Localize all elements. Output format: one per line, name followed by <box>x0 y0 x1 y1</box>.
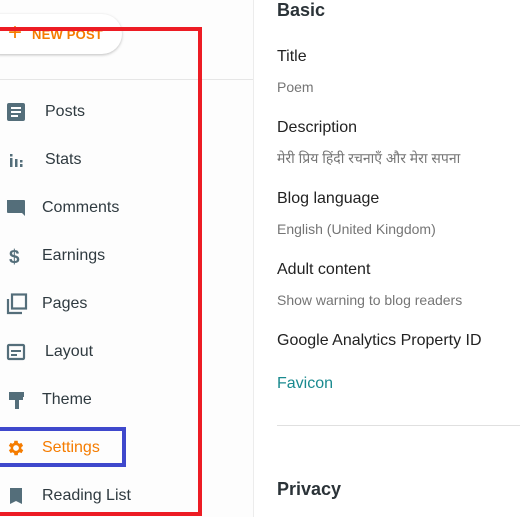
new-post-label: NEW POST <box>32 26 103 42</box>
sidebar-item-label: Settings <box>42 439 100 456</box>
field-adult-content-label[interactable]: Adult content <box>277 261 370 279</box>
field-adult-content-value[interactable]: Show warning to blog readers <box>277 292 462 308</box>
sidebar-item-label: Theme <box>42 391 92 408</box>
field-title-label[interactable]: Title <box>277 48 307 66</box>
section-title-privacy: Privacy <box>277 479 342 499</box>
paint-roller-icon <box>0 388 32 412</box>
stats-icon <box>0 148 32 172</box>
sidebar-nav: Posts Stats Comments $ Earnings Pages La… <box>0 88 253 517</box>
layout-icon <box>0 340 32 364</box>
sidebar-item-label: Layout <box>45 343 94 360</box>
plus-icon: + <box>8 19 23 46</box>
sidebar: + NEW POST Posts Stats Comments $ Earnin… <box>0 0 254 517</box>
field-analytics-label[interactable]: Google Analytics Property ID <box>277 332 482 350</box>
pages-icon <box>0 292 32 316</box>
sidebar-divider <box>0 79 253 80</box>
sidebar-item-label: Stats <box>45 151 82 168</box>
sidebar-item-earnings[interactable]: $ Earnings <box>0 232 253 280</box>
favicon-link[interactable]: Favicon <box>277 375 333 393</box>
sidebar-item-label: Pages <box>42 295 88 312</box>
sidebar-item-layout[interactable]: Layout <box>0 328 253 376</box>
svg-text:$: $ <box>9 247 20 266</box>
sidebar-item-comments[interactable]: Comments <box>0 184 253 232</box>
field-description-label[interactable]: Description <box>277 119 357 137</box>
new-post-button[interactable]: + NEW POST <box>0 14 122 54</box>
sidebar-item-stats[interactable]: Stats <box>0 136 253 184</box>
field-description-value[interactable]: मेरी प्रिय हिंदी रचनाएँ और मेरा सपना <box>277 149 460 168</box>
sidebar-item-label: Reading List <box>42 487 131 504</box>
comment-icon <box>0 196 32 220</box>
sidebar-item-label: Earnings <box>42 247 106 264</box>
posts-icon <box>0 100 32 124</box>
sidebar-item-settings[interactable]: Settings <box>0 424 253 472</box>
dollar-icon: $ <box>0 244 32 268</box>
bookmark-icon <box>0 484 32 508</box>
sidebar-item-pages[interactable]: Pages <box>0 280 253 328</box>
section-divider <box>277 425 520 426</box>
sidebar-item-reading-list[interactable]: Reading List <box>0 472 253 517</box>
section-title-basic: Basic <box>277 0 326 20</box>
sidebar-item-theme[interactable]: Theme <box>0 376 253 424</box>
field-title-value[interactable]: Poem <box>277 79 314 95</box>
sidebar-item-posts[interactable]: Posts <box>0 88 253 136</box>
field-blog-language-value[interactable]: English (United Kingdom) <box>277 221 436 237</box>
sidebar-item-label: Comments <box>42 199 120 216</box>
field-blog-language-label[interactable]: Blog language <box>277 190 379 208</box>
sidebar-item-label: Posts <box>45 103 86 120</box>
gear-icon <box>0 436 32 460</box>
